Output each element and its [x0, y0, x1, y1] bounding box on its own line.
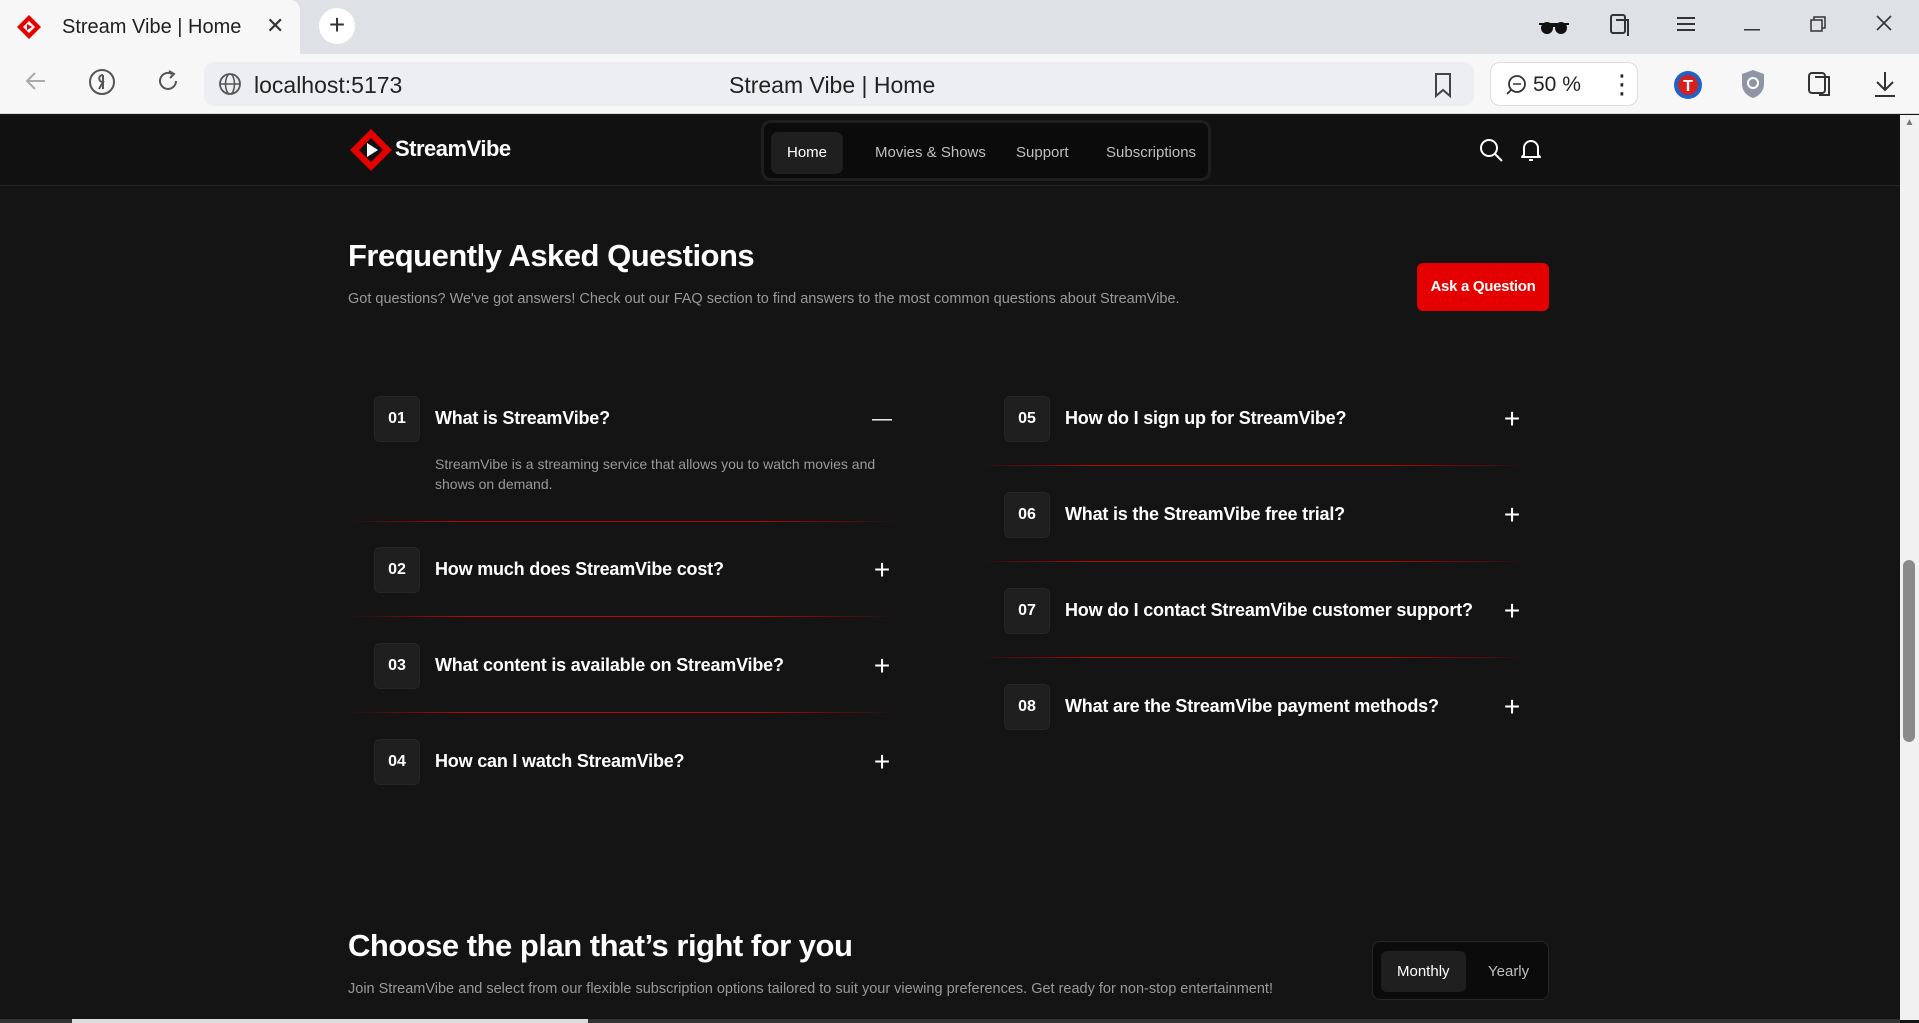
notes-icon[interactable]: [1805, 69, 1833, 99]
faq-number: 04: [374, 739, 420, 785]
expand-plus-icon[interactable]: +: [870, 747, 894, 777]
yandex-icon[interactable]: [86, 68, 118, 100]
expand-plus-icon[interactable]: +: [1500, 404, 1524, 434]
tab-title: Stream Vibe | Home: [62, 16, 242, 38]
plans-title: Choose the plan that’s right for you: [348, 928, 853, 963]
faq-number: 05: [1004, 396, 1050, 442]
faq-item[interactable]: 01 What is StreamVibe? — StreamVibe is a…: [348, 396, 900, 522]
faq-number: 06: [1004, 492, 1050, 538]
url-text: localhost:5173: [254, 72, 403, 98]
nav-subscriptions[interactable]: Subscriptions: [1090, 132, 1212, 174]
streamvibe-logo-icon[interactable]: [348, 127, 394, 173]
menu-icon[interactable]: [1670, 12, 1702, 42]
horizontal-scrollbar-thumb[interactable]: [72, 1019, 588, 1023]
zoom-icon: [1506, 75, 1526, 95]
more-options-icon[interactable]: ⋮: [1609, 69, 1635, 100]
site-header: StreamVibe Home Movies & Shows Support S…: [0, 115, 1900, 186]
faq-item[interactable]: 04 How can I watch StreamVibe? +: [348, 739, 900, 789]
bell-icon[interactable]: [1518, 137, 1544, 163]
svg-text:T: T: [1683, 78, 1693, 95]
nav-movies-shows[interactable]: Movies & Shows: [859, 132, 1002, 174]
scrollbar-thumb[interactable]: [1903, 560, 1915, 742]
reload-icon[interactable]: [152, 68, 184, 100]
minimize-icon[interactable]: [1736, 12, 1768, 42]
faq-divider: [978, 561, 1530, 562]
zoom-level: 50 %: [1533, 73, 1581, 96]
nav-support[interactable]: Support: [1000, 132, 1085, 174]
faq-divider: [978, 465, 1530, 466]
expand-plus-icon[interactable]: +: [870, 651, 894, 681]
reader-glasses-icon[interactable]: [1538, 12, 1570, 42]
expand-plus-icon[interactable]: +: [1500, 692, 1524, 722]
restore-icon[interactable]: [1802, 12, 1834, 42]
faq-divider: [348, 616, 900, 617]
new-tab-button[interactable]: +: [319, 8, 355, 44]
scroll-up-icon[interactable]: ▲: [1902, 117, 1917, 131]
close-tab-icon[interactable]: ✕: [266, 14, 284, 38]
nav-home[interactable]: Home: [771, 132, 844, 174]
billing-monthly[interactable]: Monthly: [1381, 951, 1466, 992]
faq-item[interactable]: 02 How much does StreamVibe cost? +: [348, 547, 900, 617]
plans-subtitle: Join StreamVibe and select from our flex…: [348, 981, 1273, 997]
shield-icon[interactable]: [1739, 68, 1767, 100]
faq-number: 03: [374, 643, 420, 689]
billing-period-toggle: Monthly Yearly: [1372, 941, 1549, 1000]
logo-text[interactable]: StreamVibe: [395, 136, 511, 162]
faq-subtitle: Got questions? We've got answers! Check …: [348, 291, 1180, 307]
faq-number: 02: [374, 547, 420, 593]
globe-icon: [219, 73, 241, 95]
faq-question[interactable]: What is the StreamVibe free trial?: [1065, 504, 1345, 525]
extension-t-icon[interactable]: T: [1672, 69, 1704, 101]
faq-divider: [348, 712, 900, 713]
collapse-icon[interactable]: —: [870, 404, 894, 434]
url-field[interactable]: localhost:5173 Stream Vibe | Home: [204, 62, 1474, 106]
faq-question[interactable]: How do I contact StreamVibe customer sup…: [1065, 600, 1473, 621]
back-arrow-icon[interactable]: [20, 68, 52, 100]
expand-plus-icon[interactable]: +: [1500, 596, 1524, 626]
download-icon[interactable]: [1872, 69, 1898, 99]
faq-item[interactable]: 03 What content is available on StreamVi…: [348, 643, 900, 713]
faq-question[interactable]: What are the StreamVibe payment methods?: [1065, 696, 1439, 717]
address-page-title: Stream Vibe | Home: [729, 72, 936, 98]
faq-item[interactable]: 07 How do I contact StreamVibe customer …: [978, 588, 1530, 658]
browser-tab-bar: Stream Vibe | Home ✕ +: [0, 0, 1919, 54]
streamvibe-favicon-icon: [17, 15, 41, 39]
ask-question-button[interactable]: Ask a Question: [1417, 263, 1549, 311]
faq-question[interactable]: What content is available on StreamVibe?: [435, 655, 784, 676]
search-icon[interactable]: [1478, 137, 1504, 163]
main-content: Frequently Asked Questions Got questions…: [0, 186, 1900, 1020]
faq-divider: [348, 521, 900, 522]
billing-yearly[interactable]: Yearly: [1472, 951, 1545, 992]
faq-number: 08: [1004, 684, 1050, 730]
collections-icon[interactable]: [1604, 12, 1636, 42]
bookmark-icon[interactable]: [1432, 72, 1454, 98]
faq-title: Frequently Asked Questions: [348, 238, 755, 273]
zoom-control[interactable]: 50 % ⋮: [1490, 62, 1638, 106]
faq-question[interactable]: How much does StreamVibe cost?: [435, 559, 724, 580]
faq-answer: StreamVibe is a streaming service that a…: [435, 456, 876, 492]
faq-divider: [978, 657, 1530, 658]
browser-tab[interactable]: Stream Vibe | Home ✕: [0, 0, 300, 54]
faq-number: 01: [374, 396, 420, 442]
faq-item[interactable]: 08 What are the StreamVibe payment metho…: [978, 684, 1530, 734]
faq-item[interactable]: 05 How do I sign up for StreamVibe? +: [978, 396, 1530, 466]
expand-plus-icon[interactable]: +: [1500, 500, 1524, 530]
browser-address-bar: localhost:5173 Stream Vibe | Home 50 % ⋮…: [0, 54, 1919, 114]
close-window-icon[interactable]: [1868, 12, 1900, 42]
faq-question[interactable]: How do I sign up for StreamVibe?: [1065, 408, 1346, 429]
faq-number: 07: [1004, 588, 1050, 634]
faq-item[interactable]: 06 What is the StreamVibe free trial? +: [978, 492, 1530, 562]
faq-question[interactable]: How can I watch StreamVibe?: [435, 751, 685, 772]
faq-question[interactable]: What is StreamVibe?: [435, 408, 610, 429]
expand-plus-icon[interactable]: +: [870, 555, 894, 585]
main-navigation: Home Movies & Shows Support Subscription…: [761, 120, 1211, 181]
